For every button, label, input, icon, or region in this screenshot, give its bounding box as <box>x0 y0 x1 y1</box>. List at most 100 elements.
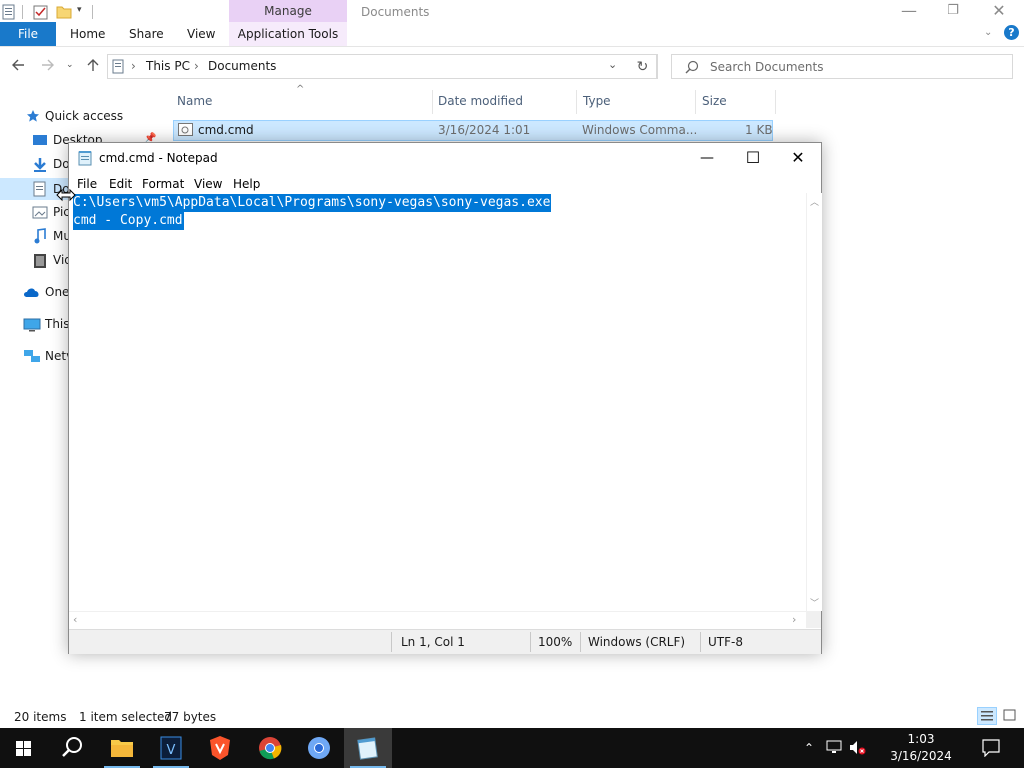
file-date: 3/16/2024 1:01 <box>438 123 531 137</box>
vegas-taskbar-icon[interactable]: V <box>147 728 195 768</box>
documents-icon <box>112 59 124 74</box>
search-button[interactable] <box>48 728 96 768</box>
resize-grip[interactable] <box>806 611 821 628</box>
brave-taskbar-icon[interactable] <box>196 728 244 768</box>
new-folder-icon[interactable] <box>56 4 72 20</box>
address-bar[interactable]: › This PC › Documents ⌄ <box>107 54 657 79</box>
close-button[interactable]: ✕ <box>976 0 1022 24</box>
music-icon <box>33 228 47 244</box>
file-explorer-taskbar-icon[interactable] <box>98 728 146 768</box>
scroll-down-icon[interactable]: ﹀ <box>810 596 819 609</box>
scroll-right-icon[interactable]: › <box>792 613 796 626</box>
status-bytes: 77 bytes <box>164 710 217 724</box>
start-button[interactable] <box>0 728 48 768</box>
tab-home[interactable]: Home <box>70 22 105 46</box>
chrome-taskbar-icon[interactable] <box>246 728 294 768</box>
forward-arrow-icon[interactable] <box>41 58 55 72</box>
search-box[interactable]: Search Documents <box>671 54 1013 79</box>
svg-text:V: V <box>167 743 176 758</box>
menu-help[interactable]: Help <box>233 177 260 191</box>
clock-time: 1:03 <box>907 732 935 746</box>
onedrive-icon <box>23 286 41 298</box>
notepad-taskbar-icon[interactable] <box>344 728 392 768</box>
scroll-up-icon[interactable]: ︿ <box>810 195 819 208</box>
column-date-modified[interactable]: Date modified <box>438 94 523 108</box>
status-line-ending: Windows (CRLF) <box>588 635 686 649</box>
notepad-status-bar: Ln 1, Col 1 100% Windows (CRLF) UTF-8 <box>69 629 821 654</box>
documents-icon <box>33 181 46 197</box>
scroll-left-icon[interactable]: ‹ <box>73 613 77 626</box>
window-title: Documents <box>361 5 430 19</box>
network-status-icon[interactable] <box>826 739 844 755</box>
search-icon <box>685 60 699 74</box>
notepad-icon <box>78 150 92 166</box>
notepad-title: cmd.cmd - Notepad <box>99 151 218 165</box>
star-icon <box>26 109 40 123</box>
status-encoding: UTF-8 <box>708 635 743 649</box>
quick-access-toolbar: ▾ <box>0 0 230 24</box>
nav-quick-access[interactable]: Quick access <box>45 106 123 126</box>
status-selection: 1 item selected <box>79 710 173 724</box>
menu-file[interactable]: File <box>77 177 97 191</box>
downloads-icon <box>32 157 48 173</box>
address-dropdown-icon[interactable]: ⌄ <box>608 58 617 71</box>
file-size: 1 KB <box>745 123 773 137</box>
minimize-button[interactable]: — <box>886 0 932 24</box>
column-name[interactable]: Name <box>177 94 212 108</box>
file-name[interactable]: cmd.cmd <box>198 123 254 137</box>
large-icons-view-icon[interactable] <box>1000 707 1020 725</box>
notepad-close-button[interactable]: ✕ <box>775 143 821 173</box>
recent-locations-icon[interactable]: ⌄ <box>66 60 74 70</box>
horizontal-scrollbar[interactable]: ‹ › <box>69 611 806 629</box>
videos-icon <box>33 253 47 269</box>
taskbar: V ⌃ 1:03 3/16/2024 <box>0 728 1024 768</box>
chromium-taskbar-icon[interactable] <box>295 728 343 768</box>
clock-date: 3/16/2024 <box>890 749 952 763</box>
mouse-cursor-icon <box>56 188 76 202</box>
taskbar-clock[interactable]: 1:03 3/16/2024 <box>870 731 972 765</box>
tab-view[interactable]: View <box>187 22 215 46</box>
chevron-down-icon[interactable]: ⌄ <box>984 27 992 38</box>
nav-onedrive[interactable]: One <box>45 282 69 302</box>
column-size[interactable]: Size <box>702 94 727 108</box>
vertical-scrollbar[interactable]: ︿ ﹀ <box>806 193 822 611</box>
tab-file[interactable]: File <box>0 22 56 46</box>
editor-line[interactable]: C:\Users\vm5\AppData\Local\Programs\sony… <box>73 194 552 212</box>
status-cursor-position: Ln 1, Col 1 <box>401 635 465 649</box>
refresh-icon[interactable]: ↻ <box>628 54 658 79</box>
show-hidden-icons-icon[interactable]: ⌃ <box>804 741 814 755</box>
text-editor[interactable]: C:\Users\vm5\AppData\Local\Programs\sony… <box>69 193 806 613</box>
breadcrumb-separator-icon[interactable]: › <box>131 59 136 73</box>
help-icon[interactable]: ? <box>1004 25 1019 40</box>
editor-line[interactable]: cmd - Copy.cmd <box>73 212 184 230</box>
search-input[interactable]: Search Documents <box>710 60 823 74</box>
qat-dropdown-icon[interactable]: ▾ <box>77 5 82 15</box>
document-icon <box>2 4 18 20</box>
status-item-count: 20 items <box>14 710 67 724</box>
restore-button[interactable]: ❐ <box>930 0 976 24</box>
breadcrumb-documents[interactable]: Documents <box>208 59 276 73</box>
notifications-icon[interactable] <box>982 739 1000 757</box>
details-view-icon[interactable] <box>977 707 997 725</box>
menu-format[interactable]: Format <box>142 177 184 191</box>
tab-share[interactable]: Share <box>129 22 164 46</box>
breadcrumb-separator-icon[interactable]: › <box>194 59 199 73</box>
tab-application-tools[interactable]: Application Tools <box>229 22 347 46</box>
volume-muted-icon[interactable] <box>849 740 867 756</box>
menu-edit[interactable]: Edit <box>109 177 132 191</box>
this-pc-icon <box>23 318 41 332</box>
file-type: Windows Comma... <box>582 123 698 137</box>
pictures-icon <box>32 206 48 219</box>
breadcrumb-this-pc[interactable]: This PC <box>146 59 190 73</box>
properties-icon[interactable] <box>33 4 49 20</box>
menu-view[interactable]: View <box>194 177 222 191</box>
manage-context-tab[interactable]: Manage <box>229 0 347 22</box>
sort-arrow-icon: ^ <box>296 84 305 95</box>
up-arrow-icon[interactable] <box>86 58 100 72</box>
notepad-window: cmd.cmd - Notepad — ☐ ✕ File Edit Format… <box>68 142 822 654</box>
notepad-maximize-button[interactable]: ☐ <box>730 143 776 173</box>
column-type[interactable]: Type <box>583 94 611 108</box>
notepad-minimize-button[interactable]: — <box>684 143 730 173</box>
nav-this-pc[interactable]: This <box>45 314 70 334</box>
back-arrow-icon[interactable] <box>11 58 25 72</box>
